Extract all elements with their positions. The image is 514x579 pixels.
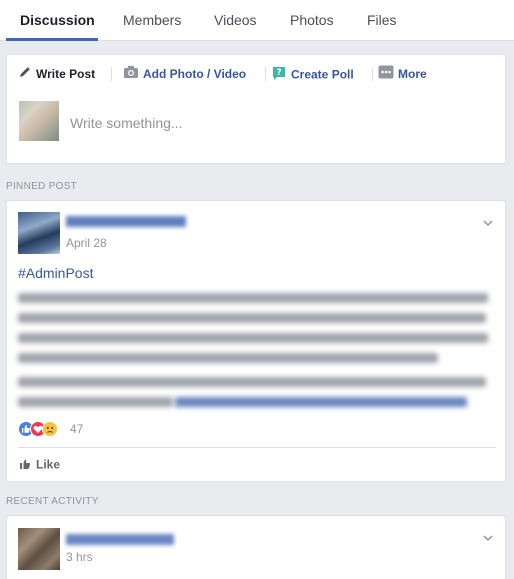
active-tab-indicator [6,38,98,41]
sad-reaction-icon [42,421,58,437]
post-text-line [18,293,488,303]
post-text-line [18,377,486,387]
group-tab-bar: Discussion Members Videos Photos Files [0,0,514,41]
divider [372,67,373,81]
divider [18,447,496,448]
post-text-line [18,313,486,323]
add-photo-video-button[interactable]: Add Photo / Video [123,65,246,83]
chevron-down-icon[interactable] [483,215,493,227]
poll-icon: ? [271,65,287,86]
create-poll-label: Create Poll [291,67,354,82]
tab-videos[interactable]: Videos [214,0,257,41]
recent-post-card: 3 hrs [6,515,506,579]
section-label-pinned: PINNED POST [6,181,78,192]
post-timestamp[interactable]: April 28 [66,236,107,250]
post-text-line [18,397,173,407]
write-something-input[interactable]: Write something... [70,115,183,131]
post-composer: Write Post Add Photo / Video ? Create Po… [6,54,506,164]
tab-files[interactable]: Files [367,0,397,41]
like-button[interactable]: Like [18,457,60,474]
create-poll-button[interactable]: ? Create Poll [271,65,354,83]
more-button[interactable]: More [378,65,427,83]
tab-photos[interactable]: Photos [290,0,334,41]
reaction-count: 47 [70,422,84,436]
write-post-button[interactable]: Write Post [18,65,95,83]
more-label: More [398,67,427,81]
post-link[interactable] [175,397,467,407]
tab-members[interactable]: Members [123,0,181,41]
tab-discussion[interactable]: Discussion [20,0,95,41]
avatar [18,212,60,254]
post-text-line [18,333,488,343]
add-photo-video-label: Add Photo / Video [143,67,247,81]
post-timestamp[interactable]: 3 hrs [66,550,93,564]
chevron-down-icon[interactable] [483,530,493,542]
composer-actions: Write Post Add Photo / Video ? Create Po… [7,55,505,91]
divider [111,67,112,81]
hashtag-link[interactable]: #AdminPost [18,265,93,281]
section-label-recent: RECENT ACTIVITY [6,496,99,507]
divider [265,67,266,81]
thumbs-up-icon [18,457,32,474]
avatar [19,101,59,141]
pinned-post-card: April 28 #AdminPost 47 Like [6,200,506,482]
write-post-label: Write Post [36,67,96,81]
composer-input-row: Write something... [7,93,505,163]
pencil-icon [18,65,32,84]
author-name[interactable] [66,216,186,227]
more-icon [378,65,394,84]
avatar [18,528,60,570]
svg-text:?: ? [276,68,281,78]
like-label: Like [36,457,61,472]
post-text-line [18,353,438,363]
author-name[interactable] [66,534,174,545]
camera-icon [123,65,139,84]
